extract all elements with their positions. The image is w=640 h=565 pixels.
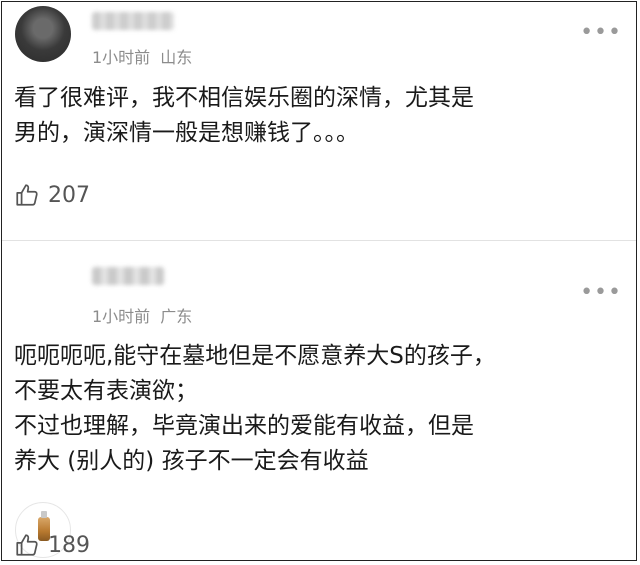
like-button[interactable]: 207 (14, 182, 90, 208)
comment-line: 呃呃呃呃,能守在墓地但是不愿意养大S的孩子， (14, 343, 496, 369)
like-count: 189 (48, 532, 90, 558)
comment-text: 呃呃呃呃,能守在墓地但是不愿意养大S的孩子， 不要太有表演欲； 不过也理解，毕竟… (14, 339, 628, 479)
comment-time: 1小时前 (92, 48, 151, 67)
like-button[interactable]: 189 (14, 532, 90, 558)
thumbs-up-icon (16, 534, 38, 556)
more-dots-icon[interactable]: ••• (580, 22, 622, 44)
comment-location: 山东 (160, 48, 193, 67)
comment-location: 广东 (160, 307, 193, 326)
thumbs-up-icon (16, 184, 38, 206)
like-count: 207 (48, 182, 90, 208)
more-dots-icon[interactable]: ••• (580, 282, 622, 304)
comment-item: 1小时前 山东 ••• 看了很难评，我不相信娱乐圈的深情，尤其是 男的，演深情一般… (2, 2, 636, 240)
comment-line: 养大 (别人的) 孩子不一定会有收益 (14, 448, 369, 474)
username-blurred[interactable] (92, 12, 174, 30)
comment-meta: 1小时前 山东 (92, 44, 192, 68)
comment-list: 1小时前 山东 ••• 看了很难评，我不相信娱乐圈的深情，尤其是 男的，演深情一般… (1, 1, 637, 561)
comment-line: 男的，演深情一般是想赚钱了。。。 (14, 120, 359, 146)
divider (2, 240, 636, 241)
comment-line: 看了很难评，我不相信娱乐圈的深情，尤其是 (14, 85, 474, 111)
comment-text: 看了很难评，我不相信娱乐圈的深情，尤其是 男的，演深情一般是想赚钱了。。。 (14, 81, 628, 151)
username-blurred[interactable] (92, 267, 164, 285)
avatar[interactable] (15, 6, 71, 62)
comment-time: 1小时前 (92, 307, 151, 326)
comment-line: 不要太有表演欲； (14, 378, 198, 404)
comment-meta: 1小时前 广东 (92, 303, 192, 327)
comment-line: 不过也理解，毕竟演出来的爱能有收益，但是 (14, 413, 474, 439)
